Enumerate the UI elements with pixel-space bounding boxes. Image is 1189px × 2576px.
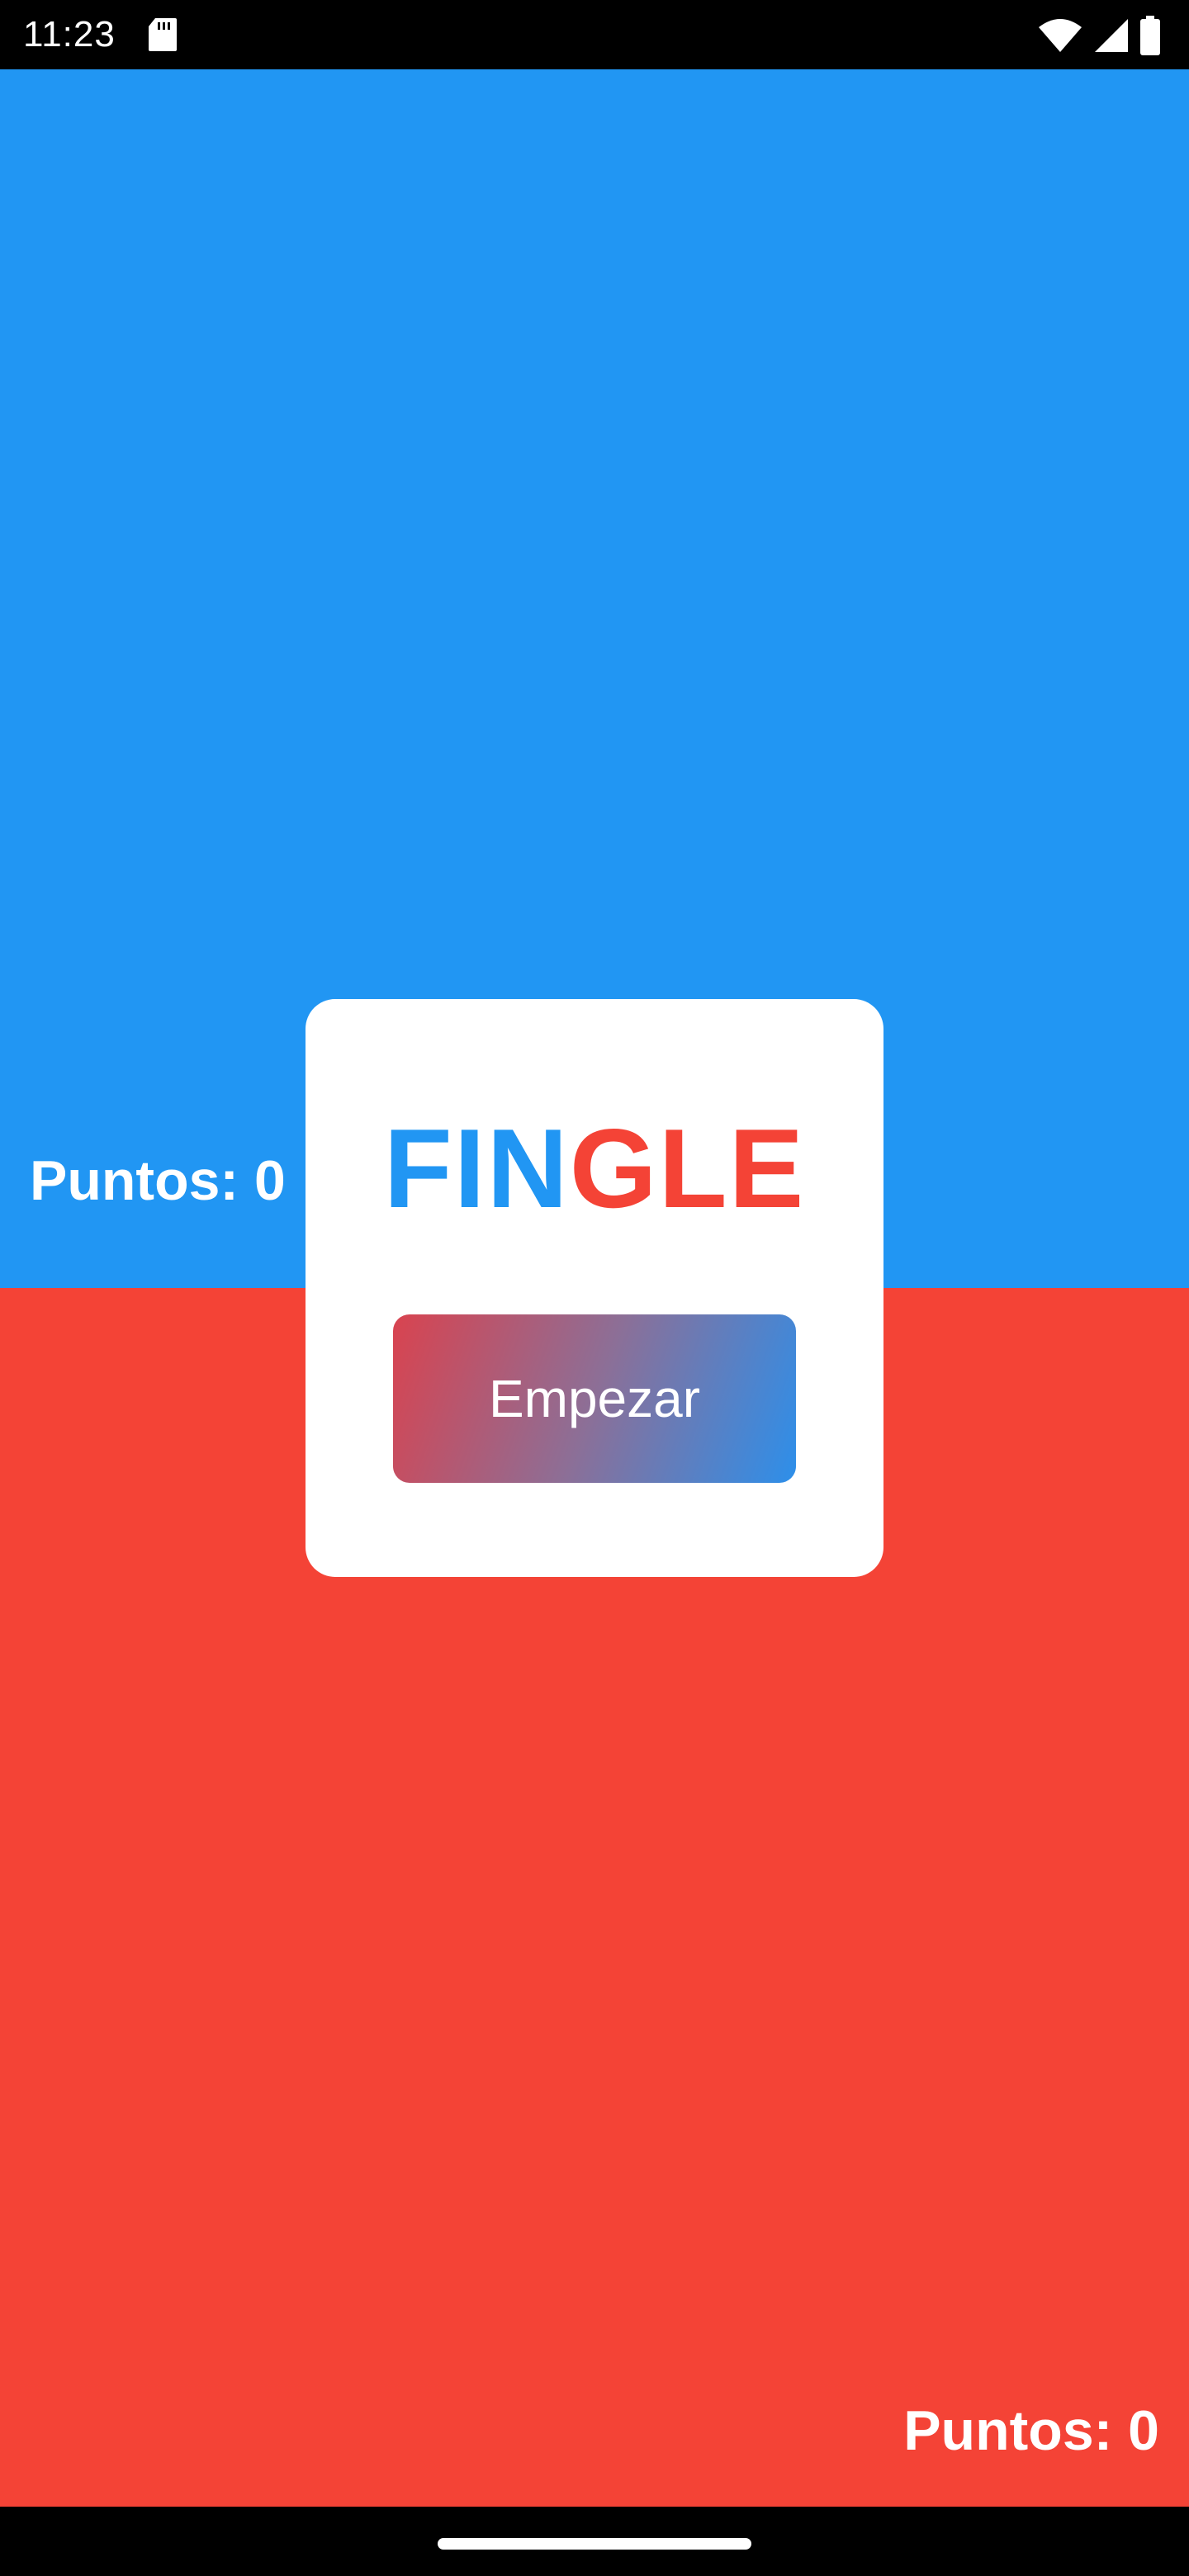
start-button[interactable]: Empezar: [393, 1314, 796, 1483]
game-title-part1: FIN: [383, 1106, 570, 1231]
wifi-icon: [1039, 19, 1082, 52]
app-screen: 11:23 Puntos: 0 Puntos: 0 FINGLE Empezar: [0, 0, 1189, 2576]
status-bar: 11:23: [0, 0, 1189, 69]
bottom-player-score: Puntos: 0: [903, 2399, 1159, 2462]
top-player-score: Puntos: 0: [30, 1149, 286, 1212]
battery-icon: [1140, 16, 1160, 55]
signal-icon: [1095, 19, 1128, 52]
status-icons: [1037, 15, 1161, 56]
navigation-bar: [0, 2507, 1189, 2576]
home-gesture-handle[interactable]: [438, 2538, 751, 2550]
game-title: FINGLE: [306, 1106, 883, 1230]
start-dialog: FINGLE Empezar: [306, 999, 883, 1577]
status-time: 11:23: [23, 14, 116, 54]
sd-card-icon: [149, 18, 177, 51]
game-title-part2: GLE: [569, 1106, 806, 1231]
